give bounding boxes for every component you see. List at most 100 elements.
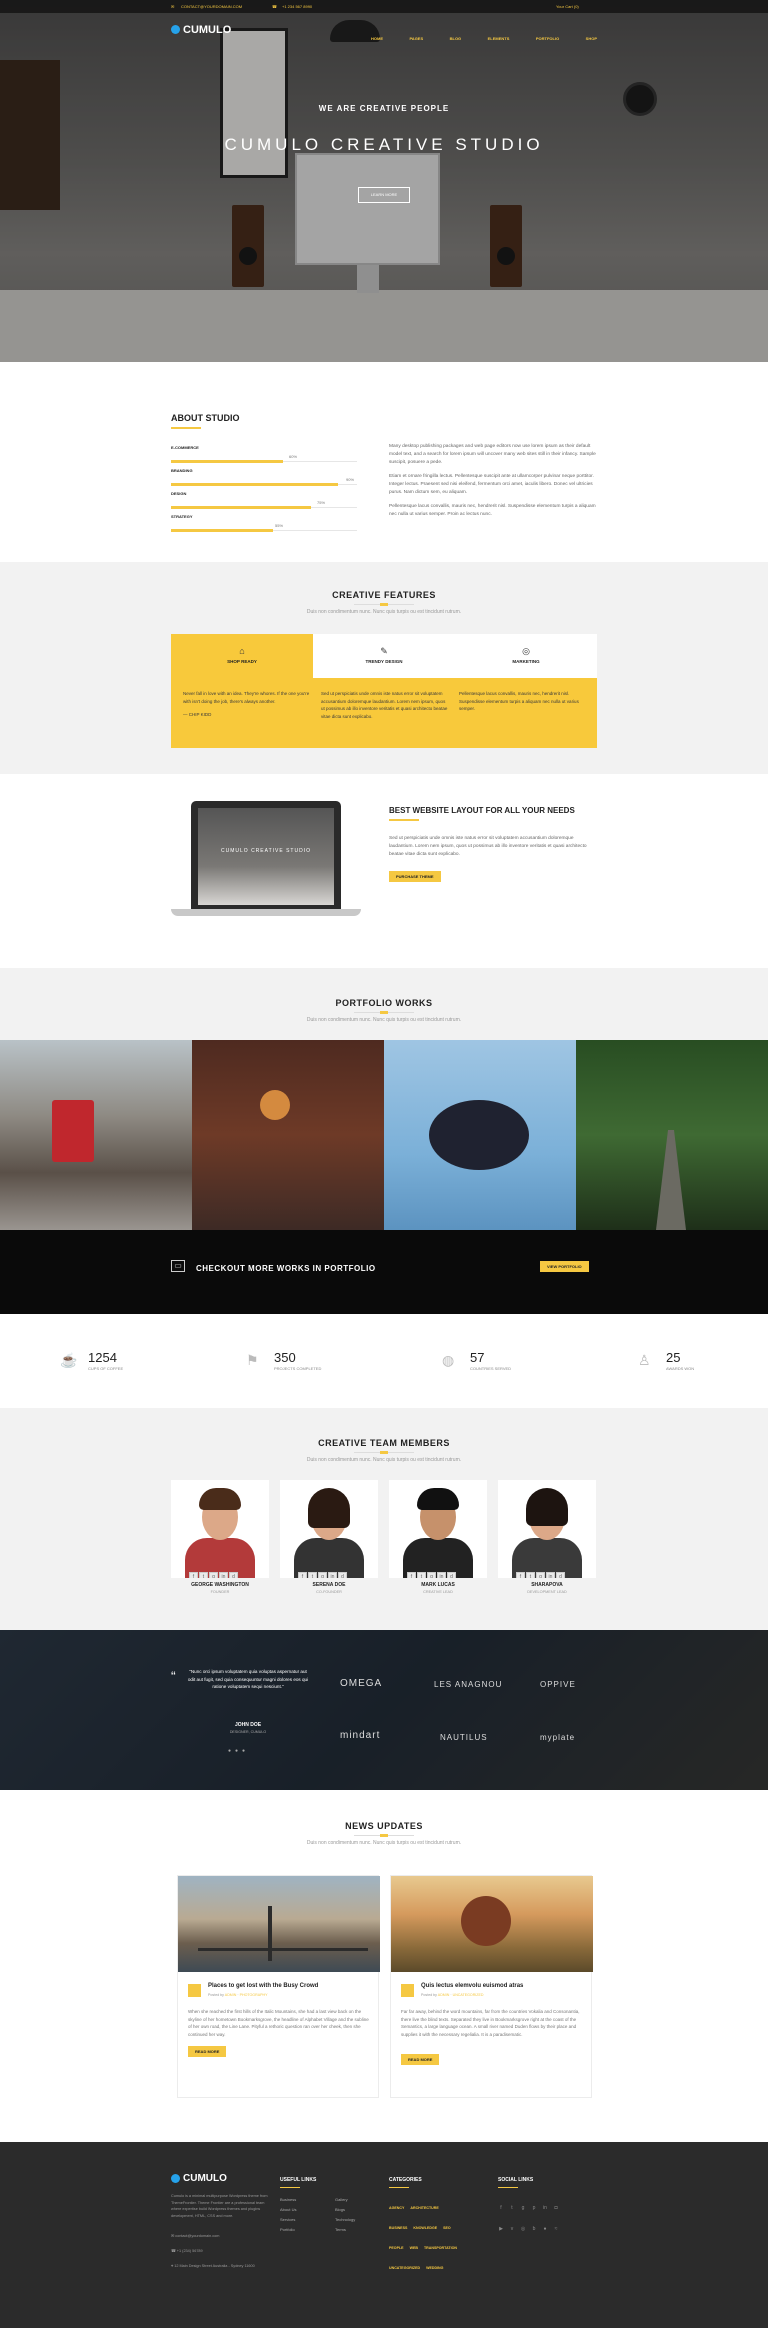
flickr-icon[interactable]: ● — [542, 2226, 548, 2232]
dribbble-icon[interactable]: ◎ — [520, 2226, 526, 2232]
twitter-icon[interactable]: t — [417, 1572, 426, 1578]
dribbble-icon[interactable]: d — [229, 1572, 238, 1578]
footer-link[interactable]: Business — [280, 2197, 296, 2202]
dribbble-icon[interactable]: d — [556, 1572, 565, 1578]
purchase-theme-button[interactable]: PURCHASE THEME — [389, 871, 441, 882]
nav-item-portfolio[interactable]: PORTFOLIO — [536, 36, 559, 41]
nav-item-home[interactable]: HOME — [371, 36, 383, 41]
tab-trendy-design[interactable]: ✎ TRENDY DESIGN — [313, 634, 455, 678]
nav-item-shop[interactable]: SHOP — [586, 36, 597, 41]
footer-logo[interactable]: CUMULO — [183, 2173, 227, 2184]
post-category[interactable]: PHOTOGRAPHY — [240, 1993, 268, 1997]
tab-shop-ready[interactable]: ⌂ SHOP READY — [171, 634, 313, 678]
nav-item-blog[interactable]: BLOG — [450, 36, 462, 41]
portfolio-item[interactable] — [0, 1040, 192, 1230]
team-member[interactable]: f t g in d MARK LUCAS CREATIVE LEAD — [389, 1480, 487, 1598]
post-author[interactable]: ADMIN — [225, 1993, 237, 1997]
footer-link[interactable]: About Us — [280, 2207, 296, 2212]
footer-email-text[interactable]: contact@yourdomain.com — [175, 2234, 219, 2238]
footer-link[interactable]: Terms — [335, 2227, 355, 2232]
dribbble-icon[interactable]: d — [447, 1572, 456, 1578]
about-title: ABOUT STUDIO — [171, 413, 240, 423]
portfolio-item[interactable] — [384, 1040, 576, 1230]
member-social: f t g in d — [407, 1565, 469, 1578]
linkedin-icon[interactable]: in — [219, 1572, 228, 1578]
instagram-icon[interactable]: ◘ — [553, 2205, 559, 2211]
team-member[interactable]: f t g in d SERENA DOE CO-FOUNDER — [280, 1480, 378, 1598]
read-more-button[interactable]: READ MORE — [188, 2046, 227, 2057]
category-tag[interactable]: SEO — [443, 2226, 451, 2230]
read-more-button[interactable]: READ MORE — [401, 2054, 440, 2065]
facebook-icon[interactable]: f — [498, 2205, 504, 2211]
briefcase-icon: ▭ — [171, 1260, 185, 1272]
cart-icon: ⌂ — [239, 646, 245, 656]
facebook-icon[interactable]: f — [189, 1572, 198, 1578]
vimeo-icon[interactable]: v — [509, 2226, 515, 2232]
linkedin-icon[interactable]: in — [546, 1572, 555, 1578]
behance-icon[interactable]: b — [531, 2226, 537, 2232]
view-portfolio-button[interactable]: VIEW PORTFOLIO — [540, 1261, 589, 1272]
facebook-icon[interactable]: f — [298, 1572, 307, 1578]
linkedin-icon[interactable]: in — [542, 2205, 548, 2211]
google-icon[interactable]: g — [427, 1572, 436, 1578]
topbar-email[interactable]: CONTACT@YOURDOMAIN.COM — [181, 4, 242, 9]
topbar-cart[interactable]: Your Cart (0) — [556, 4, 579, 9]
testimonial-quote: "Nunc orci ipsum voluptatem quia volupta… — [187, 1669, 309, 1689]
hero-learn-more-button[interactable]: LEARN MORE — [358, 187, 410, 203]
nav-item-elements[interactable]: ELEMENTS — [488, 36, 510, 41]
footer-link[interactable]: Portfolio — [280, 2227, 296, 2232]
tab-marketing[interactable]: ◎ MARKETING — [455, 634, 597, 678]
post-title[interactable]: Places to get lost with the Busy Crowd — [208, 1983, 318, 1989]
category-tag[interactable]: KNOWLEDGE — [413, 2226, 437, 2230]
category-tag[interactable]: PEOPLE — [389, 2246, 404, 2250]
rss-icon[interactable]: ≈ — [553, 2226, 559, 2232]
team-member[interactable]: f t g in d GEORGE WASHINGTON FOUNDER — [171, 1480, 269, 1598]
logo[interactable]: CUMULO — [183, 24, 231, 36]
member-role: CREATIVE LEAD — [423, 1590, 453, 1594]
twitter-icon[interactable]: t — [308, 1572, 317, 1578]
footer-link[interactable]: Gallery — [335, 2197, 355, 2202]
footer-link[interactable]: Services — [280, 2217, 296, 2222]
post-title[interactable]: Quis lectus elemvolu euismod atras — [421, 1983, 523, 1989]
category-tag[interactable]: TRANSPORTATION — [424, 2246, 457, 2250]
linkedin-icon[interactable]: in — [437, 1572, 446, 1578]
category-tag[interactable]: WEDDING — [426, 2266, 443, 2270]
youtube-icon[interactable]: ▶ — [498, 2226, 504, 2232]
team-member[interactable]: f t g in d SHARAPOVA DEVELOPMENT LEAD — [498, 1480, 596, 1598]
twitter-icon[interactable]: t — [509, 2205, 515, 2211]
dribbble-icon[interactable]: d — [338, 1572, 347, 1578]
footer-useful-links: USEFUL LINKS Business About Us Services … — [280, 2177, 370, 2232]
skill-percent: 75% — [317, 500, 326, 505]
linkedin-icon[interactable]: in — [328, 1572, 337, 1578]
news-card[interactable]: Places to get lost with the Busy Crowd P… — [177, 1875, 380, 2098]
pinterest-icon[interactable]: p — [531, 2205, 537, 2211]
facebook-icon[interactable]: f — [516, 1572, 525, 1578]
footer-heading-underline — [498, 2187, 518, 2188]
category-tag[interactable]: ARCHITECTURE — [410, 2206, 438, 2210]
portfolio-item[interactable] — [576, 1040, 768, 1230]
google-plus-icon[interactable]: g — [520, 2205, 526, 2211]
news-card[interactable]: Quis lectus elemvolu euismod atras Poste… — [390, 1875, 593, 2098]
stat-number: 25 — [666, 1350, 681, 1365]
footer-link[interactable]: Blogs — [335, 2207, 355, 2212]
category-tag[interactable]: AGENCY — [389, 2206, 404, 2210]
testimonial-dots[interactable]: ●●● — [228, 1748, 258, 1754]
topbar-phone[interactable]: +1 234 567 8990 — [282, 4, 312, 9]
google-icon[interactable]: g — [209, 1572, 218, 1578]
post-author[interactable]: ADMIN — [438, 1993, 450, 1997]
footer-social: SOCIAL LINKS f t g p in ◘ ▶ v ◎ b ● ≈ — [498, 2177, 597, 2238]
nav-item-pages[interactable]: PAGES — [409, 36, 423, 41]
facebook-icon[interactable]: f — [407, 1572, 416, 1578]
category-tag[interactable]: UNCATEGORIZED — [389, 2266, 420, 2270]
category-tag[interactable]: BUSINESS — [389, 2226, 407, 2230]
skill-percent: 55% — [275, 523, 284, 528]
google-icon[interactable]: g — [536, 1572, 545, 1578]
category-tag[interactable]: WEB — [410, 2246, 418, 2250]
twitter-icon[interactable]: t — [199, 1572, 208, 1578]
post-category[interactable]: UNCATEGORIZED — [453, 1993, 484, 1997]
portfolio-item[interactable] — [192, 1040, 384, 1230]
twitter-icon[interactable]: t — [526, 1572, 535, 1578]
google-icon[interactable]: g — [318, 1572, 327, 1578]
testimonial-overlay — [0, 1630, 768, 1790]
footer-link[interactable]: Technology — [335, 2217, 355, 2222]
